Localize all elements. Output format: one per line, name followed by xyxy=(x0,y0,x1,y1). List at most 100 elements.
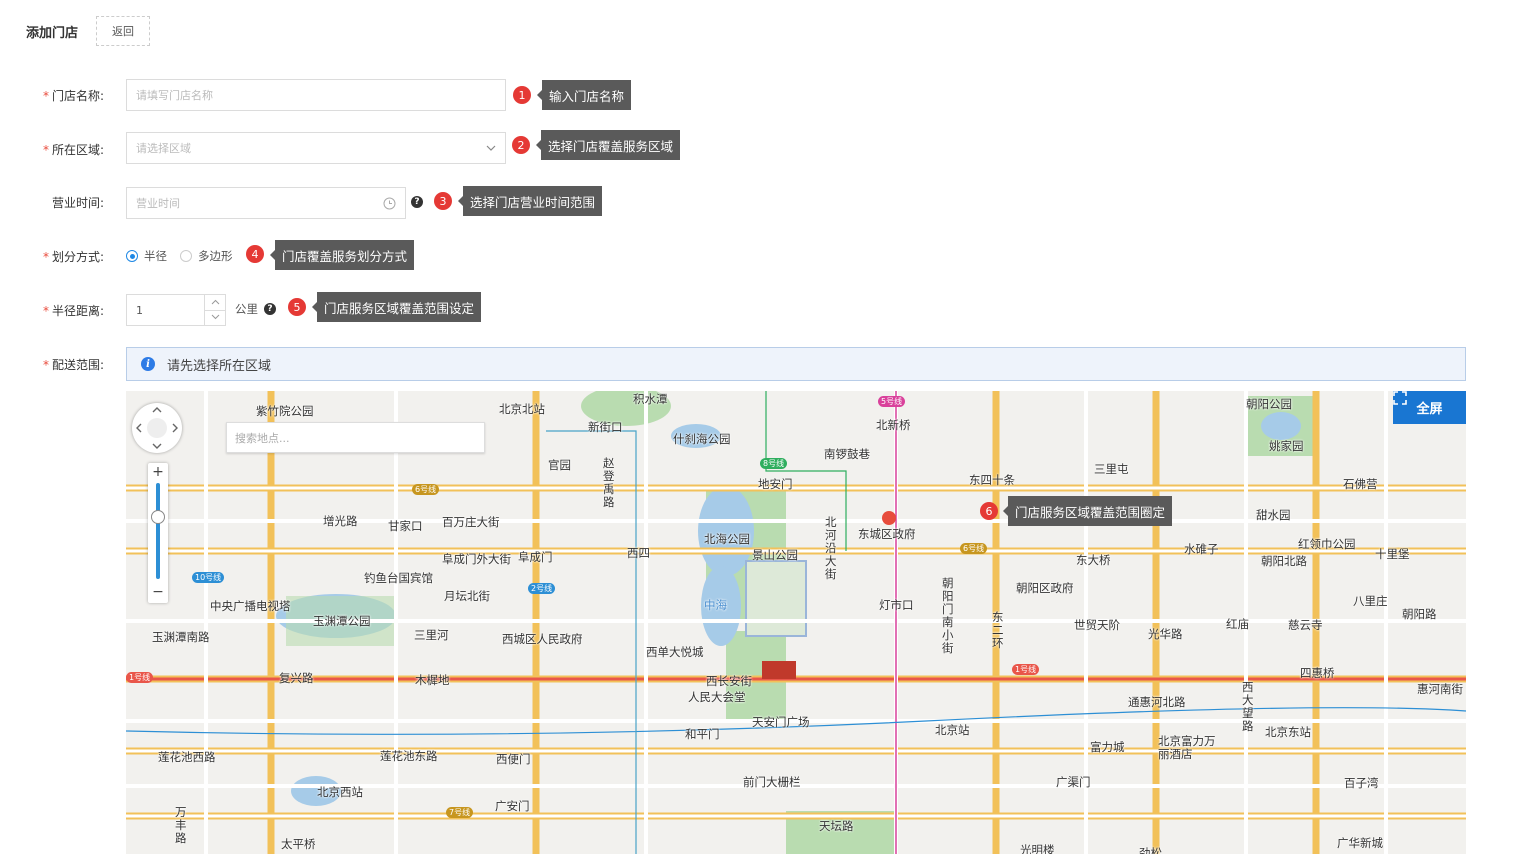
map-search-input[interactable]: 搜索地点... xyxy=(226,422,485,453)
zoom-in-button[interactable]: + xyxy=(148,463,168,481)
radio-radius[interactable] xyxy=(126,250,138,262)
map-label: 人民大会堂 xyxy=(688,690,746,704)
map-label: 灯市口 xyxy=(879,598,914,612)
map-label: 东二环 xyxy=(992,610,1004,650)
stepper-down-button[interactable] xyxy=(205,310,226,325)
map-label: 南锣鼓巷 xyxy=(824,447,870,461)
store-name-input[interactable]: 请填写门店名称 xyxy=(126,79,506,111)
map-label: 慈云寺 xyxy=(1288,618,1323,632)
fullscreen-button[interactable]: 全屏 xyxy=(1393,391,1466,424)
radio-radius-label[interactable]: 半径 xyxy=(144,248,167,264)
map-label: 三里河 xyxy=(414,628,449,642)
expand-icon xyxy=(1393,391,1407,405)
back-button[interactable]: 返回 xyxy=(96,16,150,46)
map-label: 地安门 xyxy=(758,477,793,491)
metro-badge: 7号线 xyxy=(446,807,474,818)
map-label: 北京北站 xyxy=(499,402,545,416)
tiananmen-icon xyxy=(762,661,796,679)
hours-input[interactable]: 营业时间 xyxy=(126,187,406,219)
map-label: 八里庄 xyxy=(1353,594,1388,608)
map-label: 甘家口 xyxy=(388,519,423,533)
map-label: 中央广播电视塔 xyxy=(210,599,291,613)
poi-marker-icon xyxy=(882,511,896,525)
hours-label: 营业时间: xyxy=(51,196,104,210)
zoom-slider-handle[interactable] xyxy=(151,510,165,524)
map-label: 西单大悦城 xyxy=(646,645,704,659)
map-label: 玉渊潭南路 xyxy=(152,630,210,644)
map-label: 赵登禹路 xyxy=(603,456,615,509)
map-label: 玉渊潭公园 xyxy=(313,614,371,628)
tip-badge-6: 6 xyxy=(980,502,998,520)
map-label: 广渠门 xyxy=(1056,775,1091,789)
region-select[interactable]: 请选择区域 xyxy=(126,132,506,164)
map-label: 百万庄大街 xyxy=(442,515,500,529)
map-label: 富力城 xyxy=(1090,740,1125,754)
map-label: 西便门 xyxy=(496,752,531,766)
radio-polygon-label[interactable]: 多边形 xyxy=(198,248,233,264)
map-label: 前门大栅栏 xyxy=(743,775,801,789)
map-label: 紫竹院公园 xyxy=(256,404,314,418)
help-icon[interactable]: ? xyxy=(411,196,423,208)
map-label: 木樨地 xyxy=(415,673,450,687)
map-label: 西大望路 xyxy=(1242,680,1254,733)
map-label: 朝阳门南小街 xyxy=(942,576,954,655)
map-label: 莲花池东路 xyxy=(380,749,438,763)
map-label: 朝阳路 xyxy=(1402,607,1437,621)
map-label: 惠河南街 xyxy=(1417,682,1463,696)
map-label: 光明楼 xyxy=(1020,843,1055,854)
map-label: 北京东站 xyxy=(1265,725,1311,739)
map-label: 北新桥 xyxy=(876,418,911,432)
map-label: 北河沿大街 xyxy=(825,515,837,581)
region-label: * 所在区域: xyxy=(42,143,104,157)
delivery-notice: i 请先选择所在区域 xyxy=(126,347,1466,381)
map-view[interactable]: 紫竹院公园 北京北站 积水潭 新街口 什刹海公园 北新桥 南锣鼓巷 朝阳公园 姚… xyxy=(126,391,1466,854)
map-label: 朝阳区政府 xyxy=(1016,581,1074,595)
map-label: 北京富力万丽酒店 xyxy=(1158,734,1216,761)
metro-badge: 10号线 xyxy=(192,572,225,583)
metro-badge: 6号线 xyxy=(960,543,988,554)
map-label: 北京西站 xyxy=(317,785,363,799)
tip-division: 门店覆盖服务划分方式 xyxy=(269,240,415,270)
map-zoom-control[interactable]: + − xyxy=(148,463,168,603)
tip-delivery-area: 门店服务区域覆盖范围圈定 xyxy=(1002,496,1173,526)
map-label: 北海公园 xyxy=(704,532,750,546)
tip-badge-2: 2 xyxy=(512,136,530,154)
tip-hours: 选择门店营业时间范围 xyxy=(457,186,603,216)
tip-badge-1: 1 xyxy=(513,86,531,104)
map-label: 东大桥 xyxy=(1076,553,1111,567)
tip-radius: 门店服务区域覆盖范围设定 xyxy=(311,292,482,322)
map-label: 三里屯 xyxy=(1094,462,1129,476)
store-name-label: * 门店名称: xyxy=(42,89,104,103)
map-label: 劲松 xyxy=(1139,846,1162,854)
chevron-down-icon xyxy=(486,145,496,151)
radio-polygon[interactable] xyxy=(180,250,192,262)
map-label: 阜成门 xyxy=(518,550,553,564)
zoom-out-button[interactable]: − xyxy=(148,583,168,601)
map-label: 官园 xyxy=(548,458,571,472)
tip-region: 选择门店覆盖服务区域 xyxy=(535,130,681,160)
map-label: 月坛北街 xyxy=(444,589,490,603)
stepper-up-button[interactable] xyxy=(205,295,226,311)
map-label: 积水潭 xyxy=(633,392,668,406)
map-label: 光华路 xyxy=(1148,627,1183,641)
metro-badge: 1号线 xyxy=(126,672,154,683)
metro-badge: 8号线 xyxy=(760,458,788,469)
map-label: 四惠桥 xyxy=(1300,666,1335,680)
map-label: 和平门 xyxy=(685,727,720,741)
pan-arrows-icon xyxy=(136,407,178,449)
map-label: 莲花池西路 xyxy=(158,750,216,764)
zoom-track xyxy=(156,483,160,579)
division-label: * 划分方式: xyxy=(42,250,104,264)
map-label: 增光路 xyxy=(323,514,358,528)
map-label: 姚家园 xyxy=(1269,439,1304,453)
radius-unit: 公里 xyxy=(235,302,258,316)
radius-stepper[interactable]: 1 xyxy=(126,294,226,326)
map-label: 百子湾 xyxy=(1344,776,1379,790)
map-label: 世贸天阶 xyxy=(1074,618,1120,632)
tip-badge-5: 5 xyxy=(288,298,306,316)
map-pan-control[interactable] xyxy=(132,403,182,453)
map-label: 广华新城 xyxy=(1337,836,1383,850)
metro-badge: 6号线 xyxy=(412,484,440,495)
map-label: 北京站 xyxy=(935,723,970,737)
help-icon[interactable]: ? xyxy=(264,303,276,315)
